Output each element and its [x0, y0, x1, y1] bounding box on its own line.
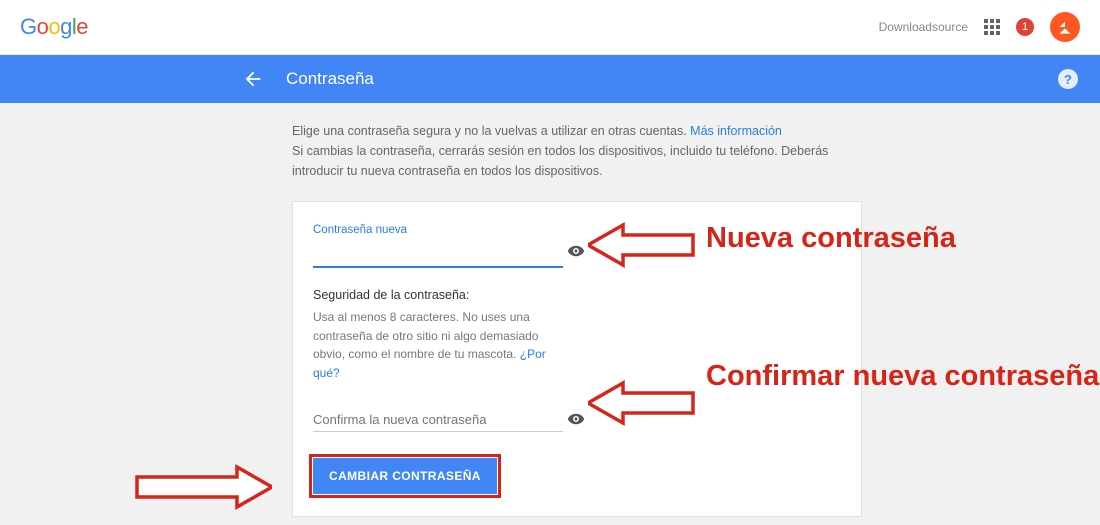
password-strength-title: Seguridad de la contraseña:	[313, 288, 841, 302]
confirm-password-row	[313, 408, 841, 432]
password-card: Contraseña nueva Seguridad de la contras…	[292, 201, 862, 517]
notification-count: 1	[1022, 21, 1028, 33]
chevron-down-icon	[1057, 19, 1073, 35]
notification-badge[interactable]: 1	[1016, 18, 1034, 36]
annotation-arrow	[132, 462, 272, 512]
confirm-password-input[interactable]	[313, 408, 563, 432]
app-header: Google Downloadsource 1	[0, 0, 1100, 55]
back-button[interactable]	[242, 68, 264, 90]
password-strength-help: Usa al menos 8 caracteres. No uses una c…	[313, 308, 573, 382]
page-title: Contraseña	[286, 69, 374, 89]
help-icon[interactable]: ?	[1058, 69, 1078, 89]
new-password-row	[313, 242, 841, 268]
eye-icon[interactable]	[567, 410, 585, 428]
avatar[interactable]	[1050, 12, 1080, 42]
apps-icon[interactable]	[984, 19, 1000, 35]
page-title-bar: Contraseña ?	[0, 55, 1100, 103]
more-info-link[interactable]: Más información	[690, 124, 782, 138]
new-password-label: Contraseña nueva	[313, 224, 841, 236]
google-logo: Google	[20, 14, 88, 40]
intro-line2: Si cambias la contraseña, cerrarás sesió…	[292, 141, 862, 181]
strength-help-text: Usa al menos 8 caracteres. No uses una c…	[313, 310, 538, 361]
submit-button-wrap: CAMBIAR CONTRASEÑA	[313, 458, 497, 494]
intro-line1: Elige una contraseña segura y no la vuel…	[292, 124, 687, 138]
change-password-button[interactable]: CAMBIAR CONTRASEÑA	[313, 458, 497, 494]
eye-icon[interactable]	[567, 242, 585, 260]
arrow-left-icon	[242, 68, 264, 90]
download-source-label: Downloadsource	[879, 20, 968, 34]
header-right: Downloadsource 1	[879, 12, 1080, 42]
main-content: Elige una contraseña segura y no la vuel…	[292, 121, 892, 517]
intro-text: Elige una contraseña segura y no la vuel…	[292, 121, 892, 141]
new-password-input[interactable]	[313, 242, 563, 268]
